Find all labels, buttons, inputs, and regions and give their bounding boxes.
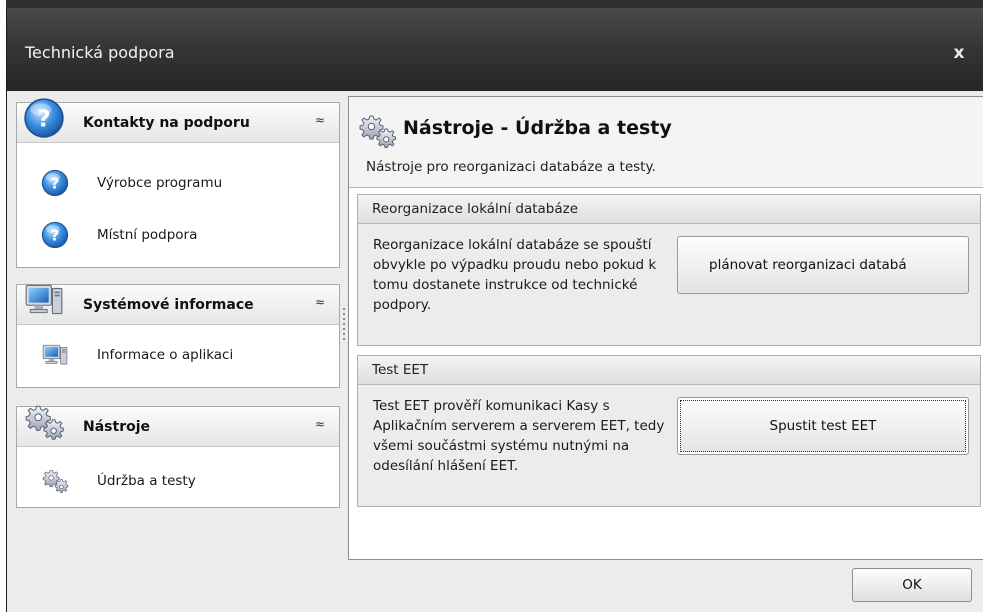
section-title: Reorganizace lokální databáze	[372, 201, 579, 217]
button-label: plánovat reorganizaci databá	[709, 257, 907, 273]
sidebar-item-label: Výrobce programu	[97, 175, 223, 191]
group-header-contacts[interactable]: Kontakty na podporu ≈	[17, 98, 339, 143]
help-icon	[41, 221, 69, 249]
section-db-reorg: Reorganizace lokální databáze Reorganiza…	[357, 194, 981, 346]
group-header-system-info[interactable]: Systémové informace ≈	[17, 284, 339, 325]
collapse-icon[interactable]: ≈	[315, 113, 325, 127]
divider	[349, 187, 983, 188]
run-eet-test-button[interactable]: Spustit test EET	[677, 397, 969, 455]
content-pane: Nástroje - Údržba a testy Nástroje pro r…	[348, 96, 983, 560]
content-header: Nástroje - Údržba a testy Nástroje pro r…	[349, 97, 983, 187]
support-dialog: Technická podpora x Kontakty na podporu …	[6, 8, 983, 612]
gears-icon	[25, 405, 64, 440]
pane-splitter[interactable]	[343, 308, 346, 344]
ok-button[interactable]: OK	[852, 568, 972, 602]
help-icon	[24, 98, 64, 138]
navigation-pane: Kontakty na podporu ≈ Výrobce programu M…	[12, 98, 340, 508]
group-tools: Nástroje ≈ Údržba a testy	[16, 405, 340, 508]
sidebar-item-vyrobce[interactable]: Výrobce programu	[17, 163, 339, 203]
sidebar-item-informace[interactable]: Informace o aplikaci	[17, 335, 339, 375]
sidebar-item-mistni-podpora[interactable]: Místní podpora	[17, 215, 339, 255]
section-description: Test EET prověří komunikaci Kasy s Aplik…	[373, 398, 665, 474]
group-header-tools[interactable]: Nástroje ≈	[17, 405, 339, 447]
computer-icon	[42, 344, 68, 365]
section-header: Reorganizace lokální databáze	[358, 195, 980, 224]
computer-icon	[25, 284, 63, 315]
section-header: Test EET	[358, 356, 980, 385]
title-bar: Technická podpora x	[7, 8, 983, 91]
group-system-info: Systémové informace ≈ Informace o aplika…	[16, 284, 340, 388]
section-eet-test: Test EET Test EET prověří komunikaci Kas…	[357, 355, 981, 507]
collapse-icon[interactable]: ≈	[315, 295, 325, 309]
group-label: Systémové informace	[83, 297, 254, 313]
gears-icon	[42, 470, 69, 493]
top-strip	[0, 0, 983, 8]
section-description: Reorganizace lokální databáze se spouští…	[373, 237, 657, 313]
section-title: Test EET	[372, 362, 429, 378]
sidebar-item-label: Místní podpora	[97, 227, 198, 243]
window-title: Technická podpora	[25, 43, 175, 62]
group-label: Nástroje	[83, 419, 151, 435]
page-title: Nástroje - Údržba a testy	[403, 117, 672, 139]
sidebar-item-label: Údržba a testy	[97, 473, 196, 489]
schedule-reorg-button[interactable]: plánovat reorganizaci databá	[677, 236, 969, 294]
group-label: Kontakty na podporu	[83, 115, 250, 131]
collapse-icon[interactable]: ≈	[315, 417, 325, 431]
gears-icon	[359, 115, 396, 148]
close-button[interactable]: x	[947, 41, 971, 65]
sidebar-item-udrzba[interactable]: Údržba a testy	[17, 461, 339, 501]
page-subtitle: Nástroje pro reorganizaci databáze a tes…	[366, 159, 656, 175]
help-icon	[41, 169, 69, 197]
sidebar-item-label: Informace o aplikaci	[97, 347, 234, 363]
group-contacts: Kontakty na podporu ≈ Výrobce programu M…	[16, 98, 340, 268]
